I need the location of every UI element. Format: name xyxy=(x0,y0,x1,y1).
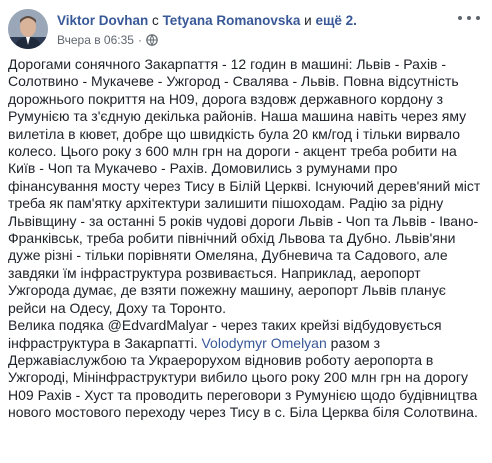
author-avatar[interactable] xyxy=(8,9,48,49)
author-line: Viktor Dovhan с Tetyana Romanovska и ещё… xyxy=(57,13,357,28)
post-body: Дорогами сонячного Закарпаття - 12 годин… xyxy=(8,56,486,422)
meta-separator: · xyxy=(137,33,142,47)
dot-icon xyxy=(458,16,462,20)
and-more-label: и ещё 2. xyxy=(304,13,357,28)
with-label: с xyxy=(152,13,159,28)
globe-icon[interactable] xyxy=(146,34,158,46)
avatar-photo-icon xyxy=(8,9,48,49)
post-paragraph-1: Дорогами сонячного Закарпаття - 12 годин… xyxy=(8,56,481,316)
and-more-link[interactable]: ещё 2. xyxy=(315,13,356,28)
tagged-person-link[interactable]: Tetyana Romanovska xyxy=(163,13,301,28)
post-timestamp[interactable]: Вчера в 06:35 xyxy=(57,33,134,47)
post-header: Viktor Dovhan с Tetyana Romanovska и ещё… xyxy=(8,9,484,49)
author-name-link[interactable]: Viktor Dovhan xyxy=(57,13,148,28)
post-meta: Вчера в 06:35 · xyxy=(57,33,158,47)
and-more-prefix: и xyxy=(304,13,312,28)
more-options-icon[interactable] xyxy=(458,11,480,25)
dot-icon xyxy=(476,16,480,20)
dot-icon xyxy=(467,16,471,20)
mention-link[interactable]: Volodymyr Omelyan xyxy=(201,335,326,351)
post-paragraph-2: Велика подяка @EdvardMalyar - через таки… xyxy=(8,317,486,421)
facebook-post: Viktor Dovhan с Tetyana Romanovska и ещё… xyxy=(0,0,492,463)
